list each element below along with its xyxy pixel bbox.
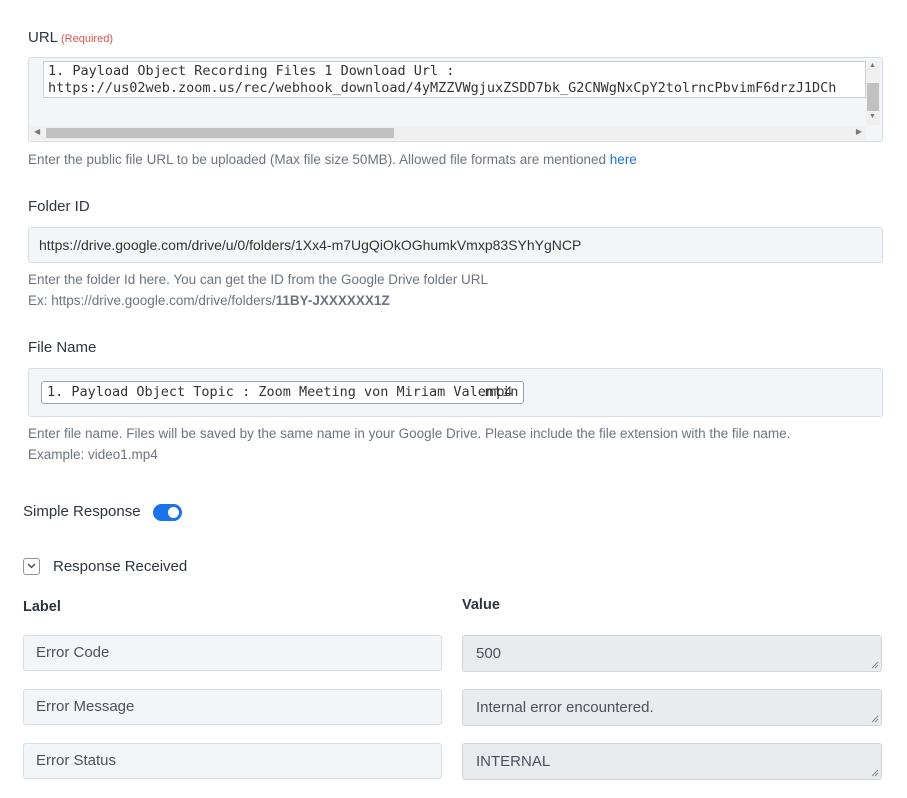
resize-grip-icon[interactable] xyxy=(871,661,879,669)
response-value-text: 500 xyxy=(476,645,502,662)
file-name-label: File Name xyxy=(28,339,97,356)
url-textarea[interactable]: 1. Payload Object Recording Files 1 Down… xyxy=(43,61,866,98)
url-line-1: 1. Payload Object Recording Files 1 Down… xyxy=(48,63,455,79)
response-value-error-code[interactable]: 500 xyxy=(462,635,882,672)
file-name-field[interactable]: 1. Payload Object Topic : Zoom Meeting v… xyxy=(28,368,883,417)
file-help-line-2: Example: video1.mp4 xyxy=(28,447,158,462)
response-label-error-status[interactable]: Error Status xyxy=(23,743,442,779)
scroll-left-icon[interactable]: ◀ xyxy=(34,127,40,136)
folder-help-line-2: Ex: https://drive.google.com/drive/folde… xyxy=(28,290,488,311)
response-value-text: Internal error encountered. xyxy=(476,699,654,716)
url-help-text: Enter the public file URL to be uploaded… xyxy=(28,149,637,170)
response-label-error-code[interactable]: Error Code xyxy=(23,635,442,671)
folder-id-help: Enter the folder Id here. You can get th… xyxy=(28,269,488,311)
required-indicator: (Required) xyxy=(61,33,113,45)
response-value-text: INTERNAL xyxy=(476,753,551,770)
url-label: URL (Required) xyxy=(28,29,113,46)
folder-help-example-id: 11BY-JXXXXXX1Z xyxy=(275,293,390,308)
url-label-text: URL xyxy=(28,29,59,46)
folder-id-label: Folder ID xyxy=(28,198,90,215)
url-help: Enter the public file URL to be uploaded… xyxy=(28,152,610,167)
resize-grip-icon[interactable] xyxy=(871,769,879,777)
resize-grip-icon[interactable] xyxy=(871,715,879,723)
response-value-error-message[interactable]: Internal error encountered. xyxy=(462,689,882,726)
url-field[interactable]: 1. Payload Object Recording Files 1 Down… xyxy=(28,57,883,142)
folder-help-line-1: Enter the folder Id here. You can get th… xyxy=(28,272,489,287)
folder-help-example: Ex: https://drive.google.com/drive/folde… xyxy=(28,293,276,308)
collapse-chevron-icon[interactable] xyxy=(23,558,40,575)
value-column-header: Value xyxy=(462,597,500,613)
scroll-down-icon[interactable]: ▼ xyxy=(869,113,876,120)
response-received-label: Response Received xyxy=(53,558,188,575)
file-help-line-1: Enter file name. Files will be saved by … xyxy=(28,426,791,441)
scroll-right-icon[interactable]: ▶ xyxy=(856,127,862,136)
response-label-error-message[interactable]: Error Message xyxy=(23,689,442,725)
scroll-up-icon[interactable]: ▲ xyxy=(869,62,876,69)
vertical-scroll-thumb[interactable] xyxy=(867,83,879,111)
simple-response-label: Simple Response xyxy=(23,503,141,520)
url-line-2: https://us02web.zoom.us/rec/webhook_down… xyxy=(48,80,837,96)
response-value-error-status[interactable]: INTERNAL xyxy=(462,743,882,780)
file-name-variable-chip[interactable]: 1. Payload Object Topic : Zoom Meeting v… xyxy=(41,381,525,404)
simple-response-toggle[interactable] xyxy=(153,504,182,521)
file-extension: .mp4 xyxy=(481,383,513,399)
file-name-help: Enter file name. Files will be saved by … xyxy=(28,423,790,465)
toggle-knob xyxy=(168,507,179,518)
url-horizontal-scrollbar[interactable]: ◀ ▶ xyxy=(30,126,866,140)
label-column-header: Label xyxy=(23,599,61,615)
horizontal-scroll-thumb[interactable] xyxy=(46,128,394,138)
url-vertical-scrollbar[interactable]: ▲ ▼ xyxy=(866,61,880,125)
allowed-formats-link[interactable]: here xyxy=(610,152,637,167)
folder-id-input[interactable]: https://drive.google.com/drive/u/0/folde… xyxy=(28,227,883,263)
